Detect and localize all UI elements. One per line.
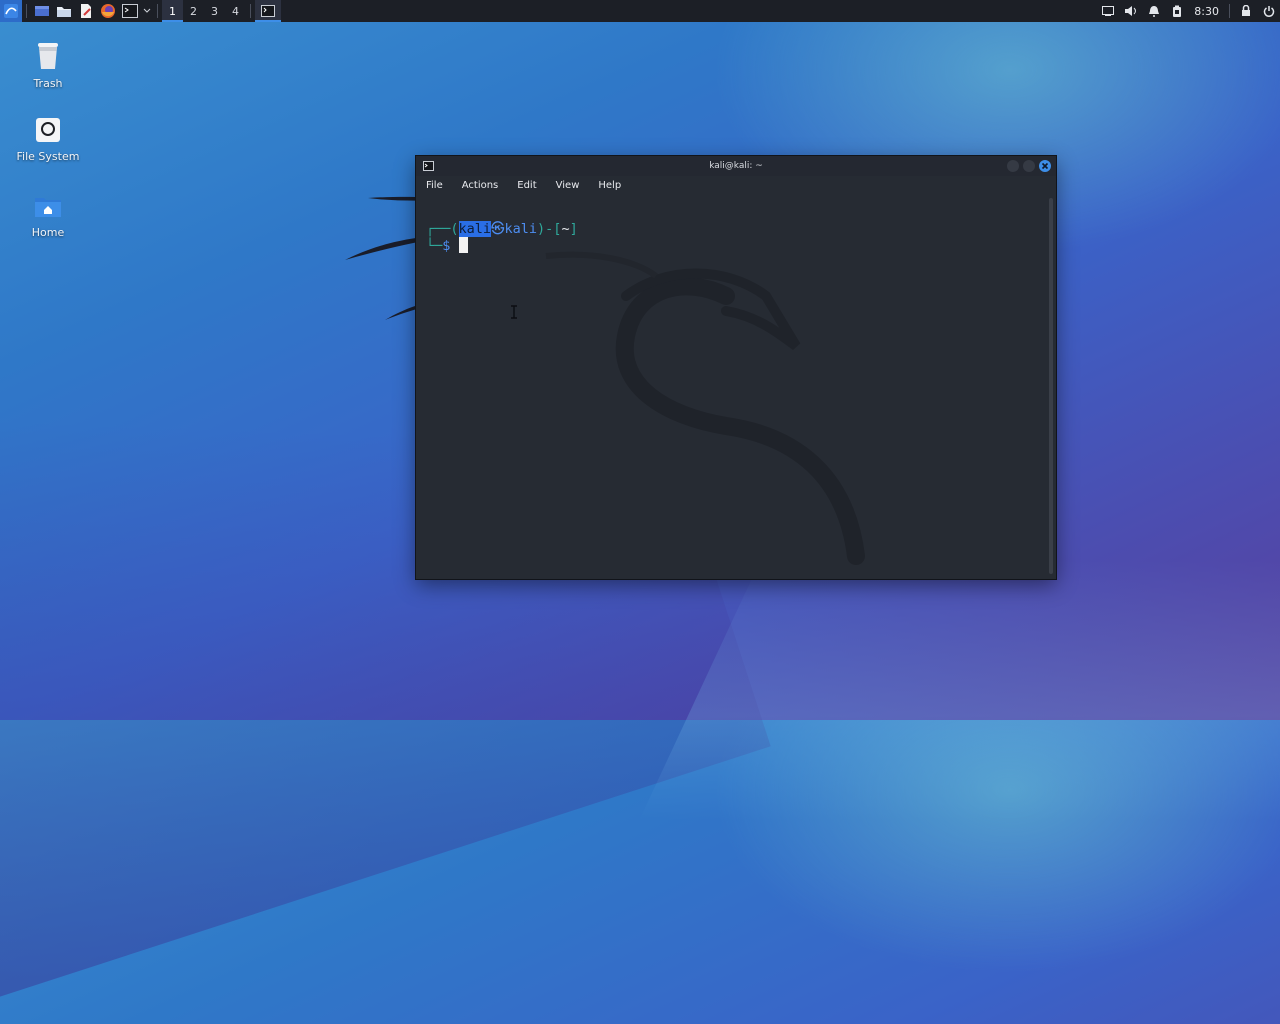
prompt-close: ]	[569, 221, 578, 237]
show-desktop-icon[interactable]	[31, 0, 53, 22]
close-icon	[1041, 162, 1049, 170]
maximize-button[interactable]	[1023, 160, 1035, 172]
minimize-button[interactable]	[1007, 160, 1019, 172]
prompt-line-1: ┌──(kali㉿kali)-[~]	[426, 217, 578, 237]
text-cursor	[458, 237, 468, 253]
workspace-3[interactable]: 3	[204, 0, 225, 22]
home-label: Home	[31, 226, 65, 239]
menu-view[interactable]: View	[552, 179, 584, 192]
panel-separator	[1229, 4, 1230, 18]
menu-actions[interactable]: Actions	[458, 179, 503, 192]
menu-help[interactable]: Help	[594, 179, 625, 192]
drive-icon	[36, 118, 60, 142]
wallpaper-light-streak	[639, 560, 1280, 820]
lock-icon[interactable]	[1234, 0, 1257, 22]
menu-file[interactable]: File	[422, 179, 447, 192]
workspace-4[interactable]: 4	[225, 0, 246, 22]
prompt-line-2: └─$	[426, 237, 468, 254]
close-button[interactable]	[1039, 160, 1051, 172]
terminal-scrollbar[interactable]	[1049, 198, 1053, 574]
power-icon[interactable]	[1257, 0, 1280, 22]
terminal-output[interactable]: ┌──(kali㉿kali)-[~] └─$	[416, 196, 1056, 579]
trash-icon	[38, 43, 58, 69]
terminal-menubar: File Actions Edit View Help	[416, 176, 1056, 194]
chevron-down-icon[interactable]	[141, 0, 153, 22]
file-system-label: File System	[16, 150, 80, 163]
panel-separator	[26, 4, 27, 18]
panel-separator	[250, 4, 251, 18]
trash-label: Trash	[33, 77, 63, 90]
prompt-corner: └─	[426, 238, 443, 254]
desktop-icon-trash[interactable]: Trash	[8, 40, 88, 90]
bell-icon[interactable]	[1142, 0, 1165, 22]
desktop-icon-file-system[interactable]: File System	[8, 117, 88, 163]
panel-separator	[157, 4, 158, 18]
prompt-mid: )-[	[537, 221, 562, 237]
prompt-at-symbol: ㉿	[491, 221, 505, 237]
top-panel: 1 2 3 4 8:30	[0, 0, 1280, 22]
workspace-1[interactable]: 1	[162, 0, 183, 22]
prompt-user-selected[interactable]: kali	[458, 221, 492, 237]
terminal-titlebar[interactable]: kali@kali: ~	[416, 156, 1056, 176]
workspace-2[interactable]: 2	[183, 0, 204, 22]
prompt-host: kali	[504, 221, 538, 237]
home-folder-icon	[35, 198, 61, 217]
kali-dragon-watermark	[545, 251, 865, 565]
volume-icon[interactable]	[1119, 0, 1142, 22]
system-tray: 8:30	[1096, 0, 1280, 22]
files-icon[interactable]	[53, 0, 75, 22]
battery-icon[interactable]	[1165, 0, 1188, 22]
kali-menu-icon[interactable]	[0, 0, 22, 22]
terminal-icon[interactable]	[119, 0, 141, 22]
terminal-window[interactable]: kali@kali: ~ File Actions Edit View Help…	[416, 156, 1056, 579]
menu-edit[interactable]: Edit	[513, 179, 540, 192]
prompt-open: ┌──(	[426, 221, 459, 237]
window-title: kali@kali: ~	[709, 161, 763, 171]
prompt-directory: ~	[561, 221, 570, 237]
display-icon[interactable]	[1096, 0, 1119, 22]
text-editor-icon[interactable]	[75, 0, 97, 22]
taskbar-terminal-window[interactable]	[255, 0, 281, 22]
prompt-dollar: $	[442, 238, 451, 254]
clock[interactable]: 8:30	[1188, 5, 1225, 18]
desktop-icon-home[interactable]: Home	[8, 195, 88, 239]
firefox-icon[interactable]	[97, 0, 119, 22]
ibeam-cursor-icon	[511, 305, 517, 319]
